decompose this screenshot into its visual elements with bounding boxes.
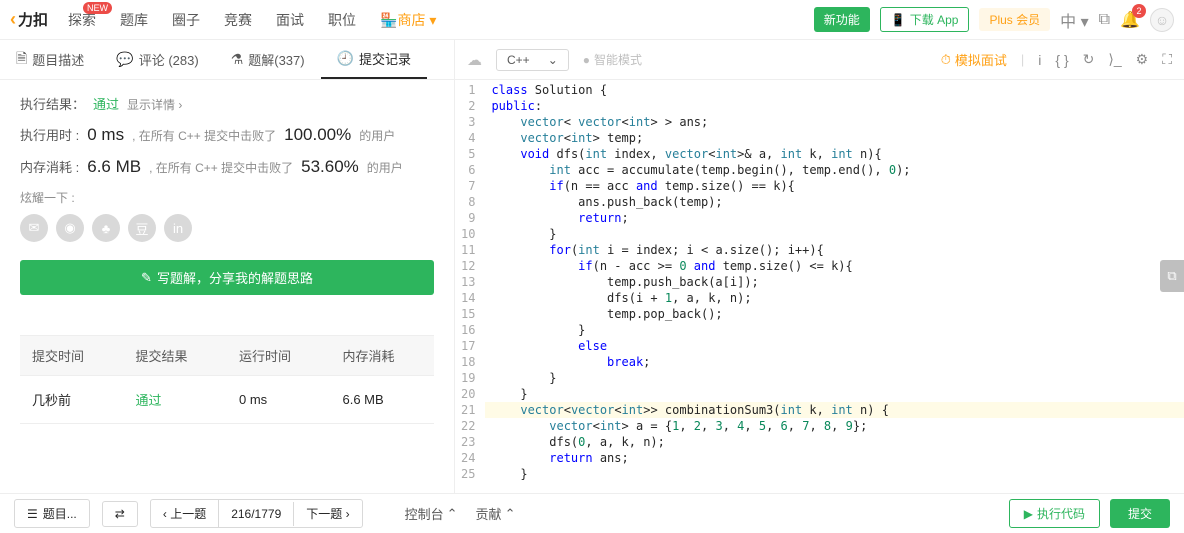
notification-count: 2 bbox=[1132, 4, 1146, 18]
side-expand-tab[interactable]: ⧉ bbox=[1160, 260, 1184, 292]
result-label: 执行结果： bbox=[20, 94, 85, 113]
history-icon: 🕘 bbox=[337, 50, 354, 67]
mock-interview-button[interactable]: ⏱模拟面试 bbox=[941, 50, 1007, 69]
submission-result: 执行结果： 通过 显示详情 › 执行用时 : 0 ms , 在所有 C++ 提交… bbox=[0, 80, 454, 493]
phone-icon: 📱 bbox=[891, 13, 906, 27]
problem-list-button[interactable]: ☰题目... bbox=[14, 499, 90, 528]
comment-icon: 💬 bbox=[116, 51, 133, 68]
nav-problems[interactable]: 题库 bbox=[110, 10, 158, 30]
nav-explore[interactable]: 探索NEW bbox=[58, 10, 106, 30]
pencil-icon: ✎ bbox=[141, 270, 152, 286]
left-panel: 🗎题目描述 💬评论 (283) ⚗题解(337) 🕘提交记录 执行结果： 通过 … bbox=[0, 40, 455, 493]
nav-circle[interactable]: 圈子 bbox=[162, 10, 210, 30]
result-status: 通过 bbox=[93, 94, 119, 113]
shuffle-button[interactable]: ⇄ bbox=[102, 501, 138, 527]
contribute-toggle[interactable]: 贡献 ⌃ bbox=[476, 504, 516, 523]
language-switch[interactable]: 中 ▾ bbox=[1060, 8, 1089, 32]
doc-icon: 🗎 bbox=[16, 48, 27, 72]
runtime-value: 0 ms bbox=[87, 125, 124, 145]
next-button[interactable]: 下一题 › bbox=[294, 500, 361, 527]
plus-member-button[interactable]: Plus 会员 bbox=[979, 8, 1050, 31]
weibo-icon[interactable]: ◉ bbox=[56, 214, 84, 242]
logo[interactable]: ‹ 力扣 bbox=[10, 9, 48, 30]
dashboard-icon[interactable]: ⧉ bbox=[1099, 11, 1110, 29]
memory-label: 内存消耗 : bbox=[20, 157, 79, 176]
douban-icon[interactable]: 豆 bbox=[128, 214, 156, 242]
tab-solutions[interactable]: ⚗题解(337) bbox=[215, 40, 321, 79]
console-toggle[interactable]: 控制台 ⌃ bbox=[405, 504, 458, 523]
reset-icon[interactable]: ↻ bbox=[1083, 51, 1095, 68]
nav-store[interactable]: 🏪商店 ▾ bbox=[370, 10, 446, 30]
show-detail-link[interactable]: 显示详情 › bbox=[127, 96, 182, 113]
th-runtime: 运行时间 bbox=[227, 336, 331, 376]
problem-counter: 216/1779 bbox=[219, 502, 294, 526]
table-row[interactable]: 几秒前 通过 0 ms 6.6 MB bbox=[20, 376, 434, 424]
download-app-button[interactable]: 📱下载 App bbox=[880, 7, 970, 32]
wechat-icon[interactable]: ✉ bbox=[20, 214, 48, 242]
smart-mode-toggle[interactable]: ●智能模式 bbox=[583, 51, 642, 68]
logo-icon: ‹ bbox=[10, 9, 16, 30]
avatar[interactable]: ☺ bbox=[1150, 8, 1174, 32]
runtime-label: 执行用时 : bbox=[20, 125, 79, 144]
memory-value: 6.6 MB bbox=[87, 157, 141, 177]
th-time: 提交时间 bbox=[20, 336, 124, 376]
chevron-down-icon: ⌄ bbox=[548, 53, 558, 67]
shuffle-icon: ⇄ bbox=[115, 507, 125, 521]
prev-button[interactable]: ‹ 上一题 bbox=[151, 500, 219, 527]
main-split: 🗎题目描述 💬评论 (283) ⚗题解(337) 🕘提交记录 执行结果： 通过 … bbox=[0, 40, 1184, 493]
tab-submissions[interactable]: 🕘提交记录 bbox=[321, 40, 427, 79]
runtime-percentile: 100.00% bbox=[284, 125, 351, 145]
flask-icon: ⚗ bbox=[231, 51, 244, 68]
memory-percentile: 53.60% bbox=[301, 157, 359, 177]
nav-jobs[interactable]: 职位 bbox=[318, 10, 366, 30]
list-icon: ☰ bbox=[27, 507, 38, 521]
submission-table: 提交时间 提交结果 运行时间 内存消耗 几秒前 通过 0 ms 6.6 MB bbox=[20, 335, 434, 424]
bottom-bar: ☰题目... ⇄ ‹ 上一题 216/1779 下一题 › 控制台 ⌃ 贡献 ⌃… bbox=[0, 493, 1184, 533]
language-select[interactable]: C++⌄ bbox=[496, 49, 569, 71]
linkedin-icon[interactable]: in bbox=[164, 214, 192, 242]
submit-button[interactable]: 提交 bbox=[1110, 499, 1170, 528]
nav-interview[interactable]: 面试 bbox=[266, 10, 314, 30]
th-result: 提交结果 bbox=[124, 336, 228, 376]
write-solution-button[interactable]: ✎写题解，分享我的解题思路 bbox=[20, 260, 434, 295]
th-memory: 内存消耗 bbox=[331, 336, 435, 376]
clock-icon: ⏱ bbox=[941, 52, 951, 68]
cloud-icon[interactable]: ☁ bbox=[467, 51, 482, 69]
separator: | bbox=[1021, 52, 1024, 67]
terminal-icon[interactable]: ⟩_ bbox=[1108, 51, 1121, 68]
info-icon[interactable]: i bbox=[1038, 52, 1041, 68]
nav-contest[interactable]: 竞赛 bbox=[214, 10, 262, 30]
dot-icon: ● bbox=[583, 53, 590, 67]
line-gutter: 1234567891011121314151617181920212223242… bbox=[455, 80, 485, 493]
play-icon: ▶ bbox=[1024, 507, 1033, 521]
fullscreen-icon[interactable]: ⛶ bbox=[1162, 51, 1172, 68]
share-label: 炫耀一下 : bbox=[20, 189, 434, 206]
qq-icon[interactable]: ♣ bbox=[92, 214, 120, 242]
chevron-up-icon: ⌃ bbox=[505, 506, 516, 522]
code-editor[interactable]: 1234567891011121314151617181920212223242… bbox=[455, 80, 1184, 493]
right-panel: ☁ C++⌄ ●智能模式 ⏱模拟面试 | i { } ↻ ⟩_ ⚙ ⛶ 1234… bbox=[455, 40, 1184, 493]
chevron-up-icon: ⌃ bbox=[447, 506, 458, 522]
left-tabs: 🗎题目描述 💬评论 (283) ⚗题解(337) 🕘提交记录 bbox=[0, 40, 454, 80]
settings-icon[interactable]: ⚙ bbox=[1136, 51, 1149, 68]
tab-comments[interactable]: 💬评论 (283) bbox=[100, 40, 214, 79]
nav-group: ‹ 上一题 216/1779 下一题 › bbox=[150, 499, 363, 528]
braces-icon[interactable]: { } bbox=[1055, 52, 1068, 68]
new-feature-button[interactable]: 新功能 bbox=[814, 7, 870, 32]
editor-toolbar: ☁ C++⌄ ●智能模式 ⏱模拟面试 | i { } ↻ ⟩_ ⚙ ⛶ bbox=[455, 40, 1184, 80]
logo-text: 力扣 bbox=[18, 9, 48, 30]
top-nav: ‹ 力扣 探索NEW 题库 圈子 竞赛 面试 职位 🏪商店 ▾ 新功能 📱下载 … bbox=[0, 0, 1184, 40]
code-body[interactable]: class Solution {public: vector< vector<i… bbox=[485, 80, 1184, 493]
store-icon: 🏪 bbox=[380, 12, 397, 28]
new-badge: NEW bbox=[83, 2, 112, 14]
bell-icon[interactable]: 🔔2 bbox=[1120, 10, 1140, 30]
run-code-button[interactable]: ▶执行代码 bbox=[1009, 499, 1100, 528]
tab-description[interactable]: 🗎题目描述 bbox=[0, 40, 100, 79]
